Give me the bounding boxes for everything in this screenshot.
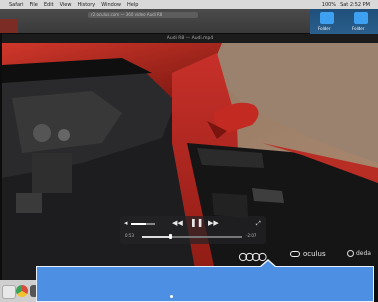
finder-icon[interactable] xyxy=(2,285,16,299)
partner-wordmark: deda xyxy=(356,250,371,257)
browser-thumbnail xyxy=(0,19,18,33)
video-frame[interactable] xyxy=(2,43,378,280)
partner-logo: deda xyxy=(347,250,371,257)
partner-icon xyxy=(347,250,354,257)
volume-level xyxy=(131,223,146,225)
desktop-icon-label: Folder xyxy=(318,26,331,31)
desktop: Folder Folder xyxy=(310,9,378,35)
banner-dot xyxy=(170,295,173,298)
banner-pointer xyxy=(261,261,275,267)
fullscreen-icon[interactable]: ⤢ xyxy=(256,220,261,227)
remaining-time: -2:07 xyxy=(246,233,257,238)
url-bar[interactable]: r2.oculus.com — 360 video Audi R8 xyxy=(88,12,198,18)
browser-window-background: r2.oculus.com — 360 video Audi R8 xyxy=(0,9,310,33)
video-player-window: Audi R8 — Audi.mp4 ◂ ◀◀ ❚❚ ▶▶ ⤢ 0:53 -2:… xyxy=(2,34,378,280)
callout-banner xyxy=(36,266,374,302)
progress-fill xyxy=(142,236,170,238)
chrome-icon[interactable] xyxy=(16,285,28,297)
volume-slider[interactable] xyxy=(131,223,155,225)
oculus-logo: oculus xyxy=(290,250,326,258)
menu-item-edit[interactable]: Edit xyxy=(44,2,54,8)
menu-item-view[interactable]: View xyxy=(60,2,72,8)
clock[interactable]: Sat 2:52 PM xyxy=(340,2,370,8)
playback-controls: ◂ ◀◀ ❚❚ ▶▶ ⤢ 0:53 -2:07 xyxy=(120,216,266,244)
elapsed-time: 0:53 xyxy=(125,233,134,238)
menu-item-app[interactable]: Safari xyxy=(9,2,24,8)
menu-item-window[interactable]: Window xyxy=(101,2,121,8)
desktop-icon-label: Folder xyxy=(352,26,365,31)
volume-icon[interactable]: ◂ xyxy=(124,220,128,227)
fast-forward-icon[interactable]: ▶▶ xyxy=(208,220,219,227)
player-title: Audi R8 — Audi.mp4 xyxy=(2,34,378,43)
progress-bar[interactable] xyxy=(142,234,242,239)
progress-knob[interactable] xyxy=(168,234,172,239)
folder-icon[interactable] xyxy=(320,12,334,24)
menu-item-history[interactable]: History xyxy=(77,2,95,8)
dock xyxy=(0,280,40,302)
pause-icon[interactable]: ❚❚ xyxy=(190,219,203,227)
menu-item-help[interactable]: Help xyxy=(127,2,138,8)
menu-bar: Safari File Edit View History Window Hel… xyxy=(0,0,378,9)
menu-item-file[interactable]: File xyxy=(30,2,38,8)
battery-status[interactable]: 100% xyxy=(322,2,336,8)
folder-icon[interactable] xyxy=(354,12,368,24)
oculus-icon xyxy=(290,251,300,257)
rewind-icon[interactable]: ◀◀ xyxy=(172,220,183,227)
oculus-wordmark: oculus xyxy=(303,250,326,258)
